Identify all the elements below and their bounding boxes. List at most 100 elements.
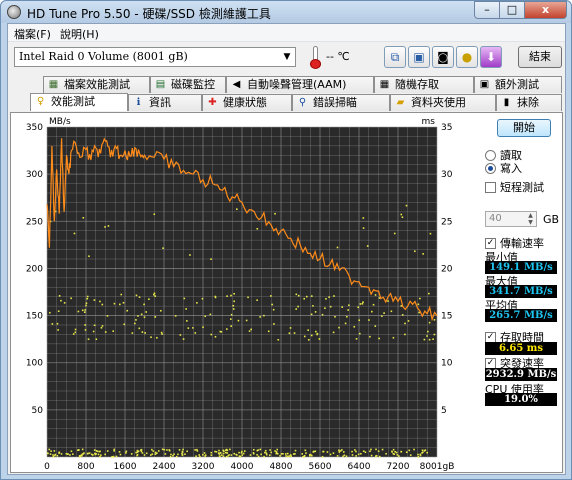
access-time-point: [407, 320, 410, 322]
tab-file-benchmark[interactable]: ▦ 檔案效能測試: [43, 76, 150, 93]
tab-random-access[interactable]: ▦ 隨機存取: [374, 76, 474, 93]
tab-info[interactable]: ℹ 資訊: [128, 94, 202, 111]
access-time-point: [428, 321, 431, 324]
access-time-point: [421, 449, 424, 452]
access-time-point: [113, 302, 116, 305]
access-time-point: [332, 331, 335, 334]
app-disk-icon: [7, 5, 21, 19]
access-time-point: [172, 454, 174, 457]
chevron-down-icon[interactable]: ▼: [279, 48, 295, 66]
access-time-point: [357, 453, 360, 456]
access-time-point: [280, 453, 283, 455]
save-button[interactable]: ▣: [408, 46, 430, 68]
access-time-point: [257, 455, 260, 458]
access-time-point: [417, 303, 420, 306]
access-time-point: [375, 448, 377, 451]
x-tick-label: 2400: [153, 462, 176, 472]
write-radio[interactable]: [485, 162, 496, 174]
short-test-row[interactable]: 短程測試: [485, 179, 544, 195]
minimize-button[interactable]: –: [474, 1, 500, 19]
tab-error-scan[interactable]: ⚲ 錯誤掃瞄: [292, 94, 390, 111]
read-radio[interactable]: [485, 149, 496, 161]
x-tick-label: 5600: [309, 462, 332, 472]
access-time-point: [374, 294, 377, 296]
access-time-point: [400, 213, 403, 216]
gb-spinner[interactable]: ▲ ▼: [525, 212, 536, 226]
screenshot-button[interactable]: ◙: [432, 46, 454, 68]
access-time-point: [372, 303, 375, 306]
access-time-point: [229, 448, 231, 451]
access-time-point: [181, 454, 184, 456]
short-test-checkbox[interactable]: [485, 181, 496, 193]
access-time-point: [82, 216, 85, 219]
tab-health[interactable]: ✚ 健康狀態: [202, 94, 292, 111]
access-time-point: [321, 313, 324, 316]
access-time-point: [85, 304, 87, 307]
access-time-point: [233, 292, 235, 295]
transfer-rate-checkbox[interactable]: ✓: [485, 237, 496, 249]
start-button[interactable]: 開始: [497, 119, 551, 137]
write-radio-row[interactable]: 寫入: [485, 160, 522, 176]
save-icon: ▣: [413, 50, 425, 64]
access-time-point: [428, 338, 431, 341]
access-time-point: [215, 450, 218, 453]
access-time-point: [413, 448, 415, 451]
tab-aam[interactable]: ◀ 自動噪聲管理(AAM): [226, 76, 374, 93]
access-time-point: [256, 453, 258, 456]
drive-select[interactable]: Intel Raid 0 Volume (8001 gB) ▼: [14, 47, 296, 67]
short-test-label: 短程測試: [500, 181, 544, 194]
access-time-point: [256, 299, 258, 301]
access-time-point: [168, 449, 171, 451]
tab-benchmark[interactable]: ♀ 效能測試: [30, 93, 128, 111]
access-time-point: [433, 319, 436, 321]
tab-erase[interactable]: ▮ 抹除: [496, 94, 562, 111]
tab-disk-monitor[interactable]: ▤ 磁碟監控: [150, 76, 226, 93]
access-time-point: [60, 299, 62, 302]
access-time-point: [392, 336, 395, 339]
access-time-point: [210, 454, 213, 456]
access-time-point: [95, 338, 98, 341]
access-time-point: [107, 225, 110, 227]
tab-extra-tests[interactable]: ▣ 額外測試: [474, 76, 562, 93]
access-time-point: [119, 453, 122, 456]
exit-button[interactable]: 結束: [518, 46, 562, 68]
client-area: 檔案(F) 說明(H) Intel Raid 0 Volume (8001 gB…: [7, 23, 566, 475]
tab-folder-usage[interactable]: ▰ 資料夾使用: [390, 94, 496, 111]
access-time-point: [56, 454, 59, 457]
access-time-point: [369, 335, 371, 338]
access-time-point: [366, 245, 369, 247]
title-bar[interactable]: HD Tune Pro 5.50 - 硬碟/SSD 檢測維護工具 – □ x: [1, 1, 571, 23]
access-time-point: [429, 232, 432, 235]
access-time-point: [173, 453, 175, 455]
access-time-checkbox[interactable]: ✓: [485, 331, 496, 343]
access-time-point: [220, 454, 223, 456]
access-time-point: [297, 294, 300, 297]
access-time-point: [87, 452, 89, 455]
access-time-point: [83, 311, 86, 313]
access-time-point: [233, 452, 236, 455]
menu-help[interactable]: 說明(H): [60, 26, 99, 42]
y-tick-label: 350: [26, 123, 43, 133]
maximize-button[interactable]: □: [499, 1, 525, 19]
access-time-point: [51, 323, 54, 325]
access-time-point: [374, 325, 377, 327]
burst-rate-checkbox[interactable]: ✓: [485, 357, 496, 369]
menu-file[interactable]: 檔案(F): [14, 26, 51, 42]
access-time-point: [148, 298, 150, 301]
access-time-point: [183, 297, 186, 300]
close-button[interactable]: x: [524, 1, 567, 19]
access-time-point: [74, 328, 77, 331]
access-time-point: [72, 333, 75, 335]
access-time-point: [400, 305, 403, 307]
access-time-point: [426, 335, 428, 337]
write-label: 寫入: [500, 162, 522, 175]
access-time-point: [325, 298, 327, 300]
access-time-point: [230, 294, 232, 297]
access-time-point: [56, 322, 59, 325]
access-time-point: [93, 324, 96, 327]
access-time-point: [433, 333, 436, 336]
copy-button[interactable]: ⧉: [384, 46, 406, 68]
options-button[interactable]: ●: [456, 46, 478, 68]
download-button[interactable]: ⬇: [480, 46, 502, 68]
access-time-point: [336, 246, 339, 249]
